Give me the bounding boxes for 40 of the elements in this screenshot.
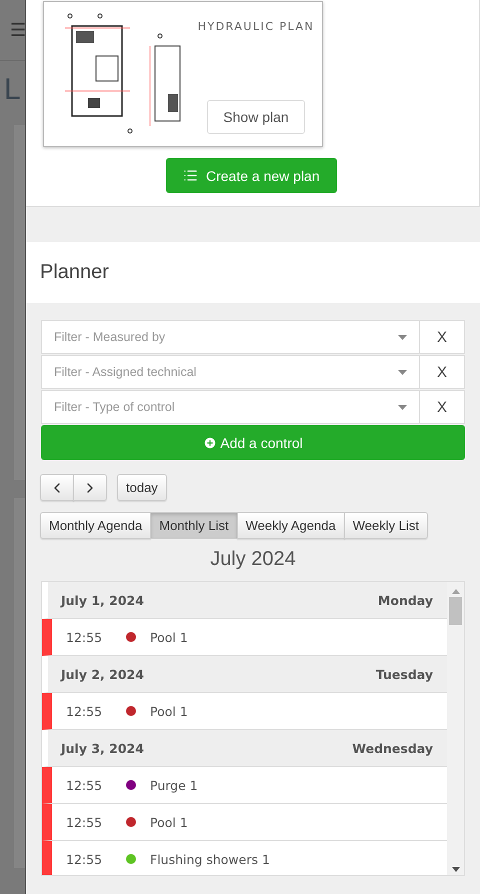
event-title: Flushing showers 1 — [150, 852, 270, 866]
next-button[interactable] — [73, 474, 107, 501]
plan-title: HYDRAULIC PLAN — [198, 20, 314, 33]
scroll-up-icon[interactable] — [452, 589, 460, 594]
event-time: 12:55 — [66, 814, 104, 830]
caret-icon — [398, 334, 407, 340]
clear-filter-button[interactable]: X — [420, 320, 465, 354]
event-title: Pool 1 — [150, 704, 188, 718]
planner-title: Planner — [40, 261, 109, 284]
caret-icon — [398, 404, 407, 410]
view-tab[interactable]: Monthly List — [150, 512, 238, 539]
event-time: 12:55 — [66, 630, 104, 644]
view-tab[interactable]: Monthly Agenda — [40, 512, 152, 539]
view-tab[interactable]: Weekly Agenda — [236, 512, 345, 539]
event-time: 12:55 — [66, 778, 104, 792]
event-title: Pool 1 — [150, 814, 188, 830]
view-tab[interactable]: Weekly List — [344, 512, 428, 539]
plus-icon — [203, 436, 218, 450]
today-button[interactable]: today — [117, 474, 167, 501]
list-icon — [183, 168, 198, 183]
show-plan-button[interactable]: Show plan — [207, 100, 305, 134]
calendar-title: July 2024 — [210, 548, 296, 571]
scroll-down-icon[interactable] — [452, 867, 460, 872]
day-date: July 1, 2024 — [61, 592, 144, 608]
scrollbar-thumb[interactable] — [449, 597, 462, 625]
event-time: 12:55 — [66, 852, 104, 866]
caret-icon — [398, 370, 407, 374]
scrollbar[interactable] — [447, 582, 464, 875]
clear-filter-button[interactable]: X — [420, 355, 465, 389]
day-date: July 2, 2024 — [61, 666, 144, 682]
clear-filter-button[interactable]: X — [420, 390, 465, 424]
event-title: Purge 1 — [150, 778, 198, 792]
day-weekday: Tuesday — [376, 666, 433, 682]
day-weekday: Wednesday — [352, 740, 433, 756]
event-time: 12:55 — [66, 704, 104, 718]
page-heading: L — [3, 73, 22, 107]
event-title: Pool 1 — [150, 630, 188, 644]
day-weekday: Monday — [378, 592, 433, 608]
previous-button[interactable] — [40, 474, 74, 501]
day-date: July 3, 2024 — [61, 740, 144, 756]
